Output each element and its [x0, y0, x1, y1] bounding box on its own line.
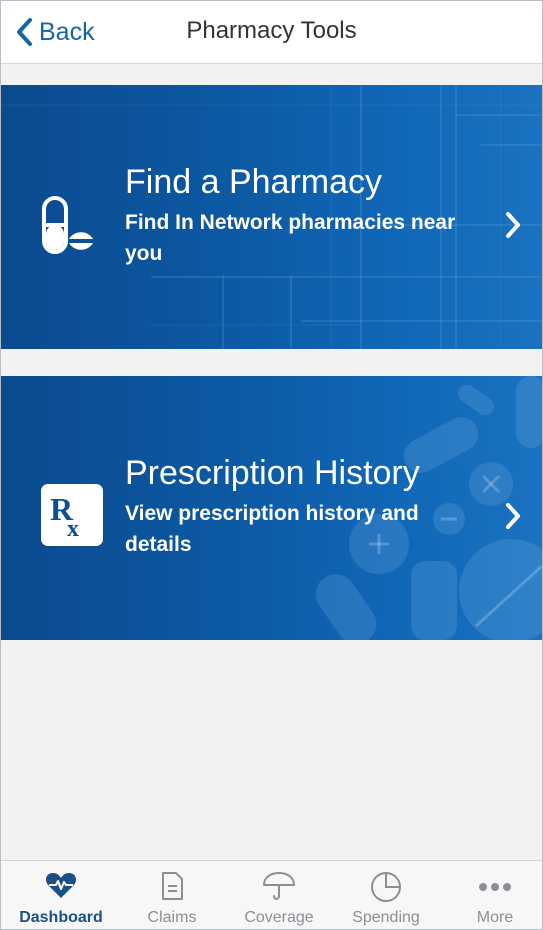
- svg-text:x: x: [67, 516, 79, 542]
- prescription-history-card[interactable]: R x Prescription History View prescripti…: [1, 376, 542, 640]
- card-description: View prescription history and details: [125, 502, 419, 556]
- tab-spending[interactable]: Spending: [332, 861, 440, 929]
- app-screen: Back Pharmacy Tools Find a Pharmacy Find…: [0, 0, 543, 930]
- umbrella-icon: [262, 871, 296, 906]
- tab-coverage[interactable]: Coverage: [225, 861, 333, 929]
- tab-dashboard[interactable]: Dashboard: [7, 861, 115, 929]
- bottom-tab-bar: Dashboard Claims Coverage Spending More: [1, 860, 542, 929]
- tab-label: Coverage: [244, 909, 314, 926]
- tab-label: Spending: [352, 909, 420, 926]
- chevron-right-icon: [504, 211, 522, 244]
- chevron-right-icon: [504, 502, 522, 535]
- tab-label: Dashboard: [19, 909, 103, 926]
- card-description: Find In Network pharmacies near you: [125, 211, 456, 265]
- more-dots-icon: [477, 879, 513, 897]
- heart-pulse-icon: [45, 871, 77, 904]
- tab-label: More: [476, 909, 514, 926]
- tab-more[interactable]: More: [441, 861, 542, 929]
- card-title: Find a Pharmacy: [125, 163, 382, 201]
- pie-chart-icon: [370, 871, 402, 908]
- document-icon: [160, 871, 184, 906]
- pill-icon: [41, 195, 95, 262]
- tab-label: Claims: [147, 909, 197, 926]
- card-title: Prescription History: [125, 454, 420, 492]
- rx-icon: R x: [41, 484, 103, 551]
- page-title: Pharmacy Tools: [186, 17, 357, 44]
- find-pharmacy-card[interactable]: Find a Pharmacy Find In Network pharmaci…: [1, 85, 542, 349]
- tab-claims[interactable]: Claims: [118, 861, 226, 929]
- top-nav-bar: Back Pharmacy Tools: [1, 1, 542, 64]
